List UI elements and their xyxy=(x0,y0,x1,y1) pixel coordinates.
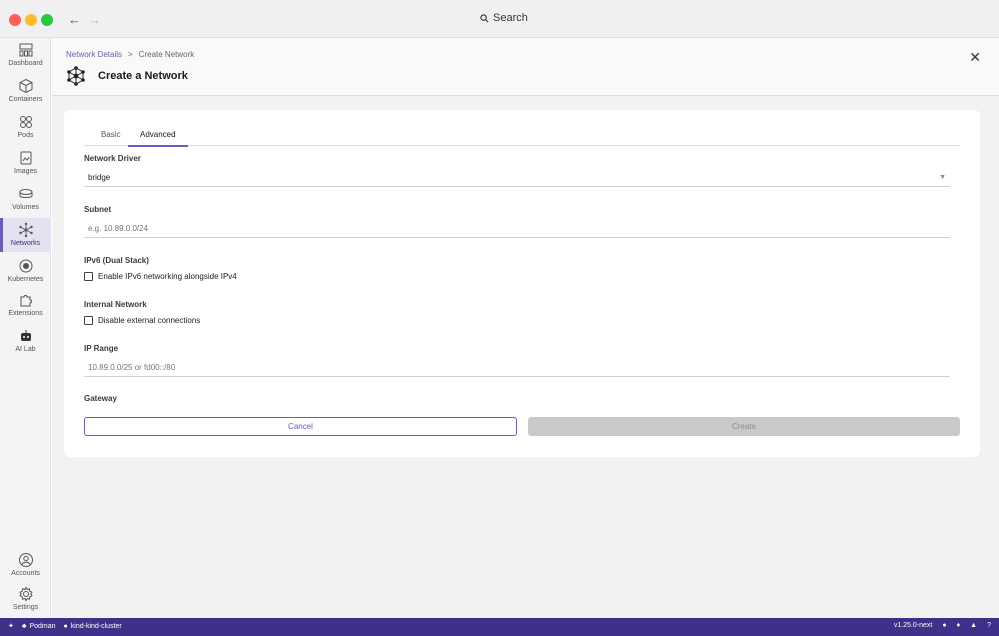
internal-network-checkbox[interactable] xyxy=(84,316,93,325)
network-icon xyxy=(18,222,33,238)
create-network-form: Basic Advanced Network Driver bridge ▼ S… xyxy=(64,110,980,457)
engine-status[interactable]: ♣ Podman xyxy=(22,623,56,630)
sidebar-item-volumes[interactable]: Volumes xyxy=(0,186,51,220)
tab-bar: Basic Advanced xyxy=(84,130,960,147)
subnet-label: Subnet xyxy=(84,205,112,214)
sidebar-item-kubernetes[interactable]: Kubernetes xyxy=(0,258,51,292)
robot-icon xyxy=(20,330,31,341)
sidebar-item-label: Volumes xyxy=(12,204,39,211)
search-label: Search xyxy=(493,12,528,24)
engine-label: Podman xyxy=(29,622,56,630)
sidebar-item-label: Kubernetes xyxy=(7,276,44,283)
sidebar-item-extensions[interactable]: Extensions xyxy=(0,292,51,326)
kubernetes-icon xyxy=(19,259,32,273)
gateway-label: Gateway xyxy=(84,394,117,403)
ip-range-label: IP Range xyxy=(84,344,119,353)
internal-network-label: Internal Network xyxy=(84,300,147,309)
network-driver-select[interactable]: bridge ▼ xyxy=(84,169,950,187)
sidebar-item-networks[interactable]: Networks xyxy=(0,218,51,252)
kubernetes-icon: ● xyxy=(63,622,68,630)
cancel-button[interactable]: Cancel xyxy=(84,417,517,436)
puzzle-icon xyxy=(20,295,32,307)
status-bar: ✦ ♣ Podman ● kind-kind-cluster v1.25.0-n… xyxy=(0,618,999,636)
ipv6-checkbox-row[interactable]: Enable IPv6 networking alongside IPv4 xyxy=(84,272,237,281)
account-icon xyxy=(18,553,33,567)
sidebar-item-label: Extensions xyxy=(8,310,43,317)
maximize-window-button[interactable] xyxy=(41,14,53,26)
podman-icon: ♣ xyxy=(21,622,27,630)
subnet-input[interactable] xyxy=(84,220,950,238)
close-window-button[interactable] xyxy=(9,14,21,26)
sidebar-item-dashboard[interactable]: Dashboard xyxy=(0,42,51,76)
version-label[interactable]: v1.25.0-next xyxy=(894,622,933,629)
breadcrumb-separator: > xyxy=(128,50,133,59)
main-content: Network Details > Create Network Create … xyxy=(52,38,999,618)
tab-advanced[interactable]: Advanced xyxy=(128,130,188,147)
pods-icon xyxy=(19,116,32,128)
bell-icon[interactable]: ▲ xyxy=(970,622,977,629)
sidebar-item-settings[interactable]: Settings xyxy=(0,586,51,620)
forward-arrow-icon[interactable]: → xyxy=(88,12,101,27)
network-driver-label: Network Driver xyxy=(84,154,141,163)
page-title: Create a Network xyxy=(98,70,188,82)
sidebar-item-label: Accounts xyxy=(11,570,40,577)
chat-icon[interactable]: ● xyxy=(942,622,946,629)
network-icon xyxy=(67,66,85,86)
sidebar-item-label: Pods xyxy=(17,132,34,139)
sidebar-item-images[interactable]: Images xyxy=(0,150,51,184)
page-header: Network Details > Create Network Create … xyxy=(52,38,999,96)
breadcrumb: Network Details > Create Network xyxy=(66,50,194,59)
sidebar-item-label: AI Lab xyxy=(15,346,36,353)
cluster-label: kind-kind-cluster xyxy=(70,622,122,630)
sidebar-item-accounts[interactable]: Accounts xyxy=(0,552,51,586)
sidebar-item-pods[interactable]: Pods xyxy=(0,114,51,148)
chevron-down-icon: ▼ xyxy=(939,174,946,181)
pin-icon[interactable]: ✦ xyxy=(8,622,14,630)
internal-network-checkbox-label: Disable external connections xyxy=(98,316,201,325)
dashboard-icon xyxy=(19,43,32,57)
back-arrow-icon[interactable]: ← xyxy=(68,12,81,27)
volume-icon xyxy=(19,189,32,198)
container-icon xyxy=(19,78,32,94)
ipv6-checkbox-label: Enable IPv6 networking alongside IPv4 xyxy=(98,272,237,281)
create-button[interactable]: Create xyxy=(528,417,960,436)
internal-network-checkbox-row[interactable]: Disable external connections xyxy=(84,316,200,325)
search-bar[interactable]: Search xyxy=(480,12,528,24)
breadcrumb-current: Create Network xyxy=(138,50,195,59)
sidebar-item-containers[interactable]: Containers xyxy=(0,78,51,112)
sidebar-item-ai-lab[interactable]: AI Lab xyxy=(0,328,51,362)
sidebar-item-label: Networks xyxy=(10,240,41,247)
breadcrumb-parent-link[interactable]: Network Details xyxy=(66,50,122,59)
ipv6-label: IPv6 (Dual Stack) xyxy=(84,256,149,265)
minimize-window-button[interactable] xyxy=(25,14,37,26)
sidebar: Dashboard Containers Pods Images Volumes… xyxy=(0,38,51,618)
help-icon[interactable]: ? xyxy=(987,622,991,629)
cluster-status[interactable]: ● kind-kind-cluster xyxy=(64,623,122,630)
title-bar: ← → Search xyxy=(0,0,999,38)
ipv6-checkbox[interactable] xyxy=(84,272,93,281)
gear-icon xyxy=(18,586,33,602)
sidebar-item-label: Dashboard xyxy=(8,60,43,67)
lightbulb-icon[interactable]: ♦ xyxy=(957,622,961,629)
image-icon xyxy=(20,151,31,165)
tab-basic[interactable]: Basic xyxy=(101,130,121,145)
sidebar-item-label: Settings xyxy=(12,604,39,611)
sidebar-item-label: Images xyxy=(14,168,37,175)
ip-range-input[interactable] xyxy=(84,359,950,377)
search-icon xyxy=(480,13,489,22)
close-icon[interactable]: ✕ xyxy=(969,49,981,66)
sidebar-item-label: Containers xyxy=(8,96,43,103)
network-driver-value: bridge xyxy=(88,173,111,182)
